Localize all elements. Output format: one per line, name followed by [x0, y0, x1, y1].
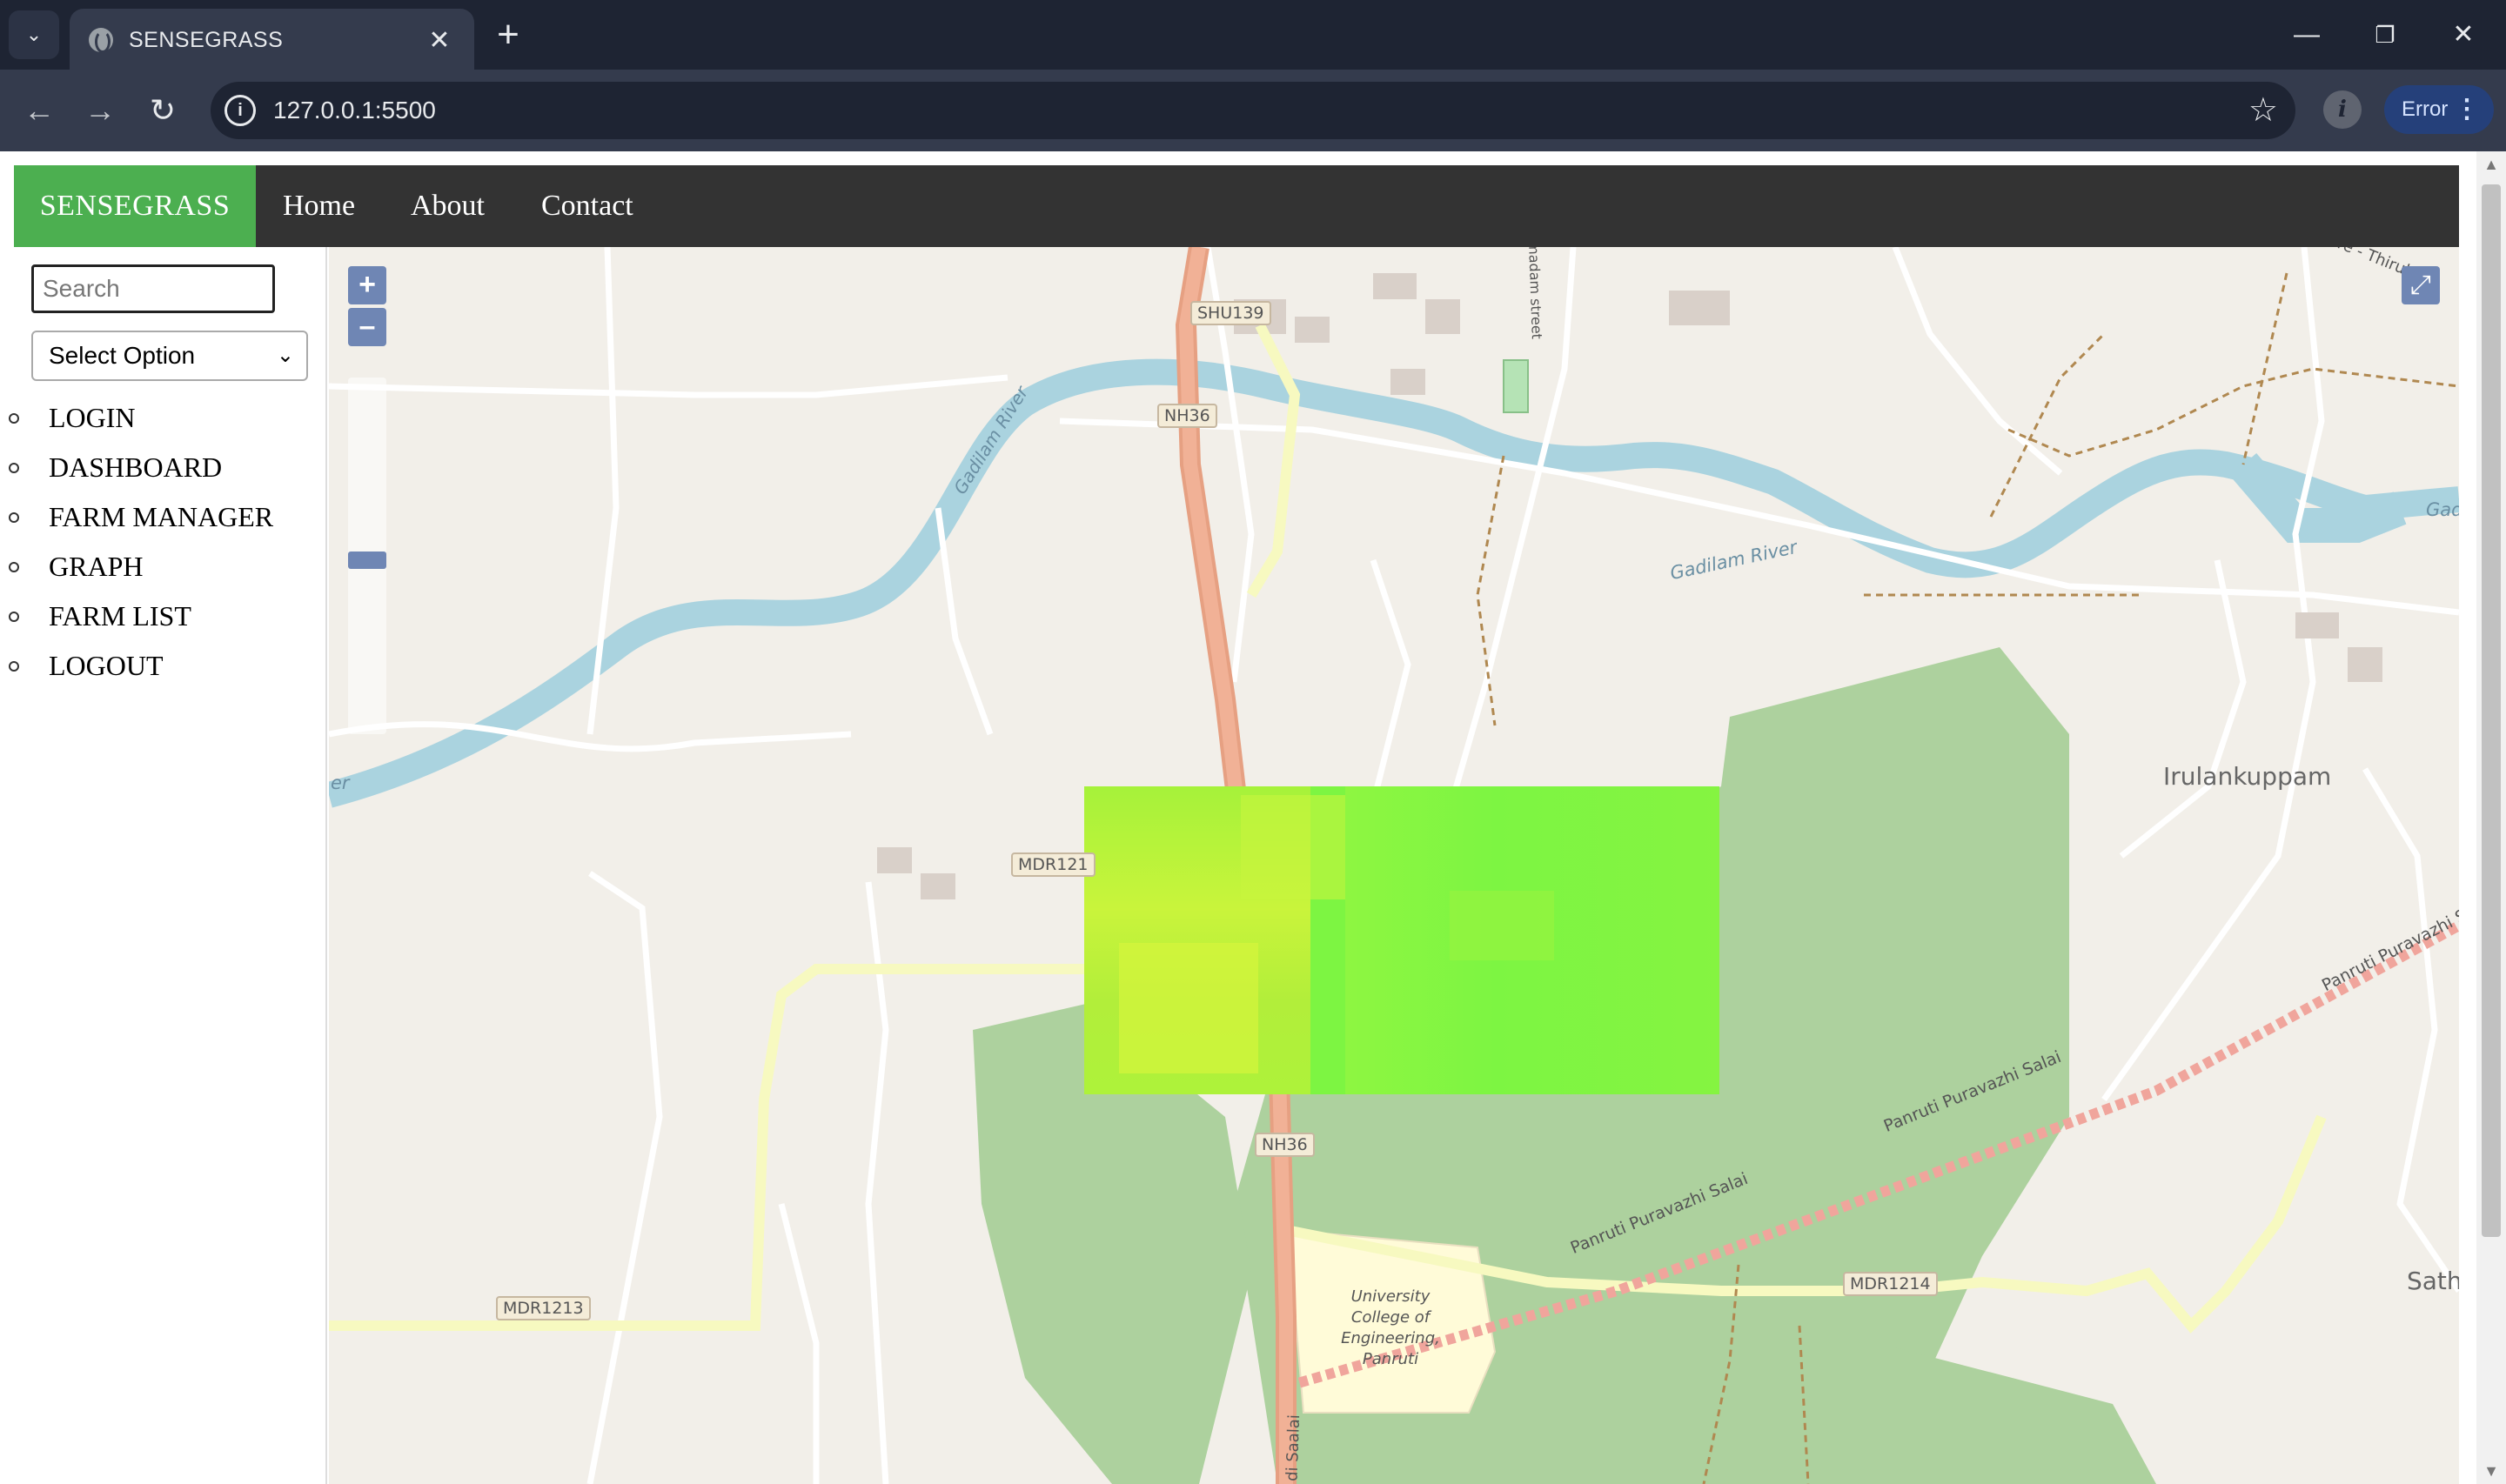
menu-item-farm-list[interactable]: FARM LIST	[0, 592, 273, 641]
tab-title: SENSEGRASS	[129, 27, 284, 52]
page-viewport: SENSEGRASS Home About Contact Select Opt…	[0, 151, 2506, 1484]
college-label: University College of Engineering, Panru…	[1341, 1287, 1440, 1368]
search-input[interactable]	[31, 264, 275, 313]
error-label: Error	[2402, 97, 2449, 121]
street-label: madam street	[1524, 247, 1545, 340]
back-button[interactable]: ←	[17, 89, 61, 132]
nav-home[interactable]: Home	[283, 165, 355, 247]
more-menu-icon[interactable]: ⋮	[2454, 85, 2480, 134]
browser-tab[interactable]: SENSEGRASS ✕	[70, 9, 474, 71]
bullet-icon	[9, 463, 19, 473]
bookmark-star-icon[interactable]: ☆	[2248, 82, 2278, 139]
nav-about[interactable]: About	[411, 165, 485, 247]
nav-contact[interactable]: Contact	[541, 165, 633, 247]
url-text[interactable]: 127.0.0.1:5500	[273, 82, 436, 139]
browser-tab-strip: ⌄ SENSEGRASS ✕ + — ❐ ✕	[0, 0, 2506, 71]
road-shield: MDR1214	[1843, 1272, 1938, 1296]
zoom-out-button[interactable]: –	[348, 308, 386, 346]
menu-item-logout[interactable]: LOGOUT	[0, 641, 273, 691]
road-shield: MDR121	[1011, 852, 1096, 877]
menu-label: FARM MANAGER	[49, 501, 274, 532]
zoom-slider-handle[interactable]	[348, 551, 386, 569]
ndvi-overlay	[1084, 786, 1719, 1094]
menu-item-graph[interactable]: GRAPH	[0, 542, 273, 592]
place-label: Sath	[2407, 1267, 2459, 1295]
option-select[interactable]: Select Option ⌄	[31, 331, 308, 381]
sidebar: Select Option ⌄ LOGIN DASHBOARD FARM MAN…	[0, 247, 327, 1484]
profile-error-button[interactable]: Error ⋮	[2384, 85, 2494, 134]
scroll-up-icon[interactable]: ▲	[2476, 151, 2506, 177]
river-label: Gad	[2426, 499, 2459, 520]
brand-logo[interactable]: SENSEGRASS	[14, 165, 256, 247]
chevron-down-icon: ⌄	[276, 344, 294, 367]
chevron-down-icon: ⌄	[25, 23, 43, 45]
menu-label: FARM LIST	[49, 600, 191, 632]
fullscreen-icon[interactable]: ⤢	[2402, 266, 2440, 304]
menu-item-dashboard[interactable]: DASHBOARD	[0, 443, 273, 492]
info-icon[interactable]: i	[224, 95, 256, 126]
village-label: Irulankuppam	[2163, 762, 2332, 791]
road-name-label: di Saalai	[1283, 1414, 1304, 1482]
menu-item-login[interactable]: LOGIN	[0, 393, 273, 443]
scrollbar-thumb[interactable]	[2482, 184, 2501, 1237]
reload-button[interactable]: ↻	[141, 89, 184, 132]
bullet-icon	[9, 512, 19, 523]
extension-icon[interactable]: i	[2323, 90, 2362, 129]
menu-label: DASHBOARD	[49, 451, 223, 483]
road-shield: SHU139	[1190, 301, 1271, 325]
close-window-button[interactable]: ✕	[2433, 12, 2494, 57]
zoom-in-button[interactable]: +	[348, 266, 386, 304]
restore-button[interactable]: ❐	[2355, 12, 2416, 57]
browser-toolbar: ← → ↻ i 127.0.0.1:5500 ☆	[0, 70, 2506, 151]
menu-item-farm-manager[interactable]: FARM MANAGER	[0, 492, 273, 542]
address-bar[interactable]: i 127.0.0.1:5500 ☆	[211, 82, 2295, 139]
select-value: Select Option	[49, 342, 196, 369]
top-navbar: SENSEGRASS Home About Contact	[14, 165, 2459, 247]
new-tab-button[interactable]: +	[489, 12, 527, 57]
road-shield: NH36	[1255, 1133, 1315, 1157]
scroll-down-icon[interactable]: ▼	[2476, 1458, 2506, 1484]
page-scrollbar[interactable]: ▲ ▼	[2476, 151, 2506, 1484]
close-tab-icon[interactable]: ✕	[424, 25, 455, 56]
menu-label: GRAPH	[49, 551, 144, 582]
sidebar-menu: LOGIN DASHBOARD FARM MANAGER GRAPH FARM …	[0, 393, 273, 691]
minimize-button[interactable]: —	[2276, 12, 2337, 57]
menu-label: LOGIN	[49, 402, 136, 433]
map-view[interactable]: Gadilam River Gadilam River Gad er Irula…	[329, 247, 2459, 1484]
globe-icon	[89, 28, 113, 53]
bullet-icon	[9, 413, 19, 424]
road-shield: MDR1213	[496, 1296, 591, 1320]
bullet-icon	[9, 562, 19, 572]
tab-search-button[interactable]: ⌄	[9, 10, 59, 59]
bullet-icon	[9, 612, 19, 622]
road-shield: NH36	[1157, 404, 1217, 428]
forward-button[interactable]: →	[78, 89, 122, 132]
river-label: er	[331, 772, 350, 793]
bullet-icon	[9, 661, 19, 672]
menu-label: LOGOUT	[49, 650, 164, 681]
